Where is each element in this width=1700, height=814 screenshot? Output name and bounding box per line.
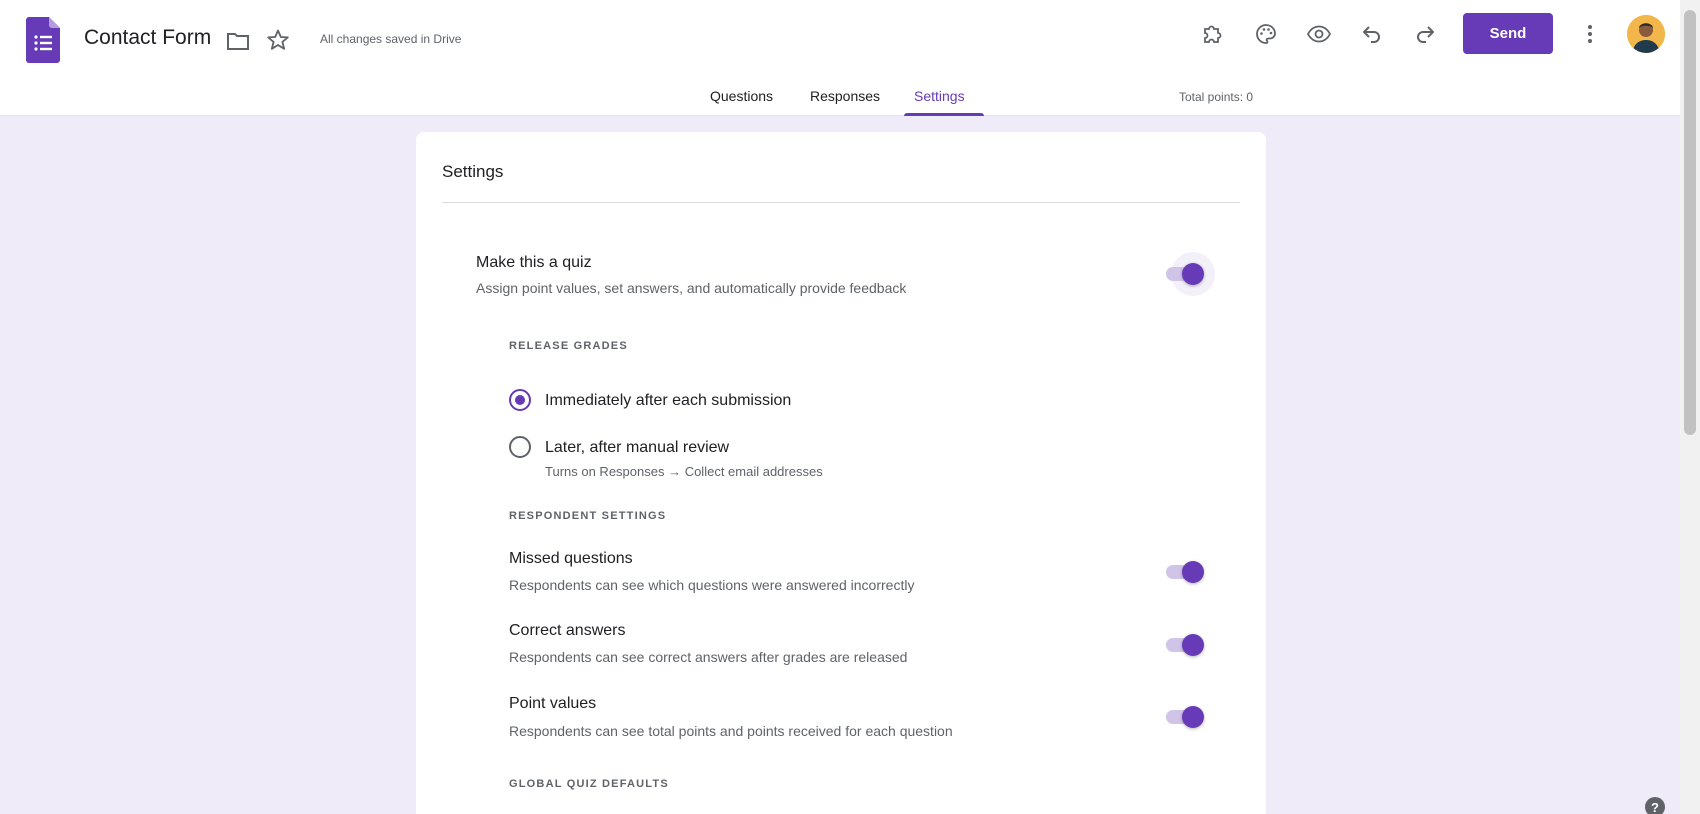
quiz-toggle-description: Assign point values, set answers, and au… [476, 280, 907, 296]
radio-immediately[interactable] [509, 389, 531, 411]
settings-title: Settings [442, 162, 504, 181]
correct-answers-description: Respondents can see correct answers afte… [509, 649, 908, 665]
star-icon[interactable] [265, 27, 291, 53]
more-options-icon[interactable] [1580, 21, 1600, 47]
help-icon[interactable]: ? [1645, 797, 1665, 814]
google-forms-logo[interactable] [26, 17, 60, 63]
missed-questions-title: Missed questions [509, 550, 633, 567]
missed-questions-description: Respondents can see which questions were… [509, 577, 915, 593]
release-grades-heading: RELEASE GRADES [509, 340, 628, 352]
radio-later[interactable] [509, 436, 531, 458]
quiz-toggle[interactable] [1162, 252, 1215, 296]
radio-later-sublabel: Turns on Responses → Collect email addre… [545, 464, 823, 479]
redo-icon[interactable] [1412, 21, 1438, 47]
settings-card: Settings Make this a quiz Assign point v… [416, 132, 1266, 814]
scrollbar-thumb[interactable] [1684, 10, 1696, 435]
palette-icon[interactable] [1253, 21, 1279, 47]
send-button[interactable]: Send [1463, 13, 1553, 54]
correct-answers-title: Correct answers [509, 622, 626, 639]
respondent-settings-heading: RESPONDENT SETTINGS [509, 510, 667, 522]
tab-settings[interactable]: Settings [914, 88, 965, 104]
tab-responses[interactable]: Responses [810, 88, 880, 104]
app-header: Contact Form All changes saved in Drive … [0, 0, 1680, 116]
point-values-description: Respondents can see total points and poi… [509, 723, 953, 739]
radio-immediately-label[interactable]: Immediately after each submission [545, 392, 791, 410]
form-title[interactable]: Contact Form [84, 26, 211, 50]
point-values-title: Point values [509, 695, 597, 712]
total-points: Total points: 0 [1179, 90, 1254, 104]
point-values-toggle[interactable] [1162, 705, 1204, 729]
user-avatar[interactable] [1627, 15, 1665, 53]
page-scrollbar[interactable] [1680, 0, 1700, 814]
global-quiz-defaults-heading: GLOBAL QUIZ DEFAULTS [509, 778, 669, 790]
undo-icon[interactable] [1359, 21, 1385, 47]
folder-icon[interactable] [225, 28, 251, 54]
preview-eye-icon[interactable] [1306, 21, 1332, 47]
radio-later-label[interactable]: Later, after manual review [545, 439, 729, 457]
divider [442, 202, 1240, 203]
tab-questions[interactable]: Questions [710, 88, 773, 104]
correct-answers-toggle[interactable] [1162, 633, 1204, 657]
missed-questions-toggle[interactable] [1162, 560, 1204, 584]
active-tab-indicator [904, 113, 984, 116]
quiz-toggle-title: Make this a quiz [476, 254, 592, 271]
addons-puzzle-icon[interactable] [1200, 21, 1226, 47]
save-status: All changes saved in Drive [320, 32, 462, 46]
